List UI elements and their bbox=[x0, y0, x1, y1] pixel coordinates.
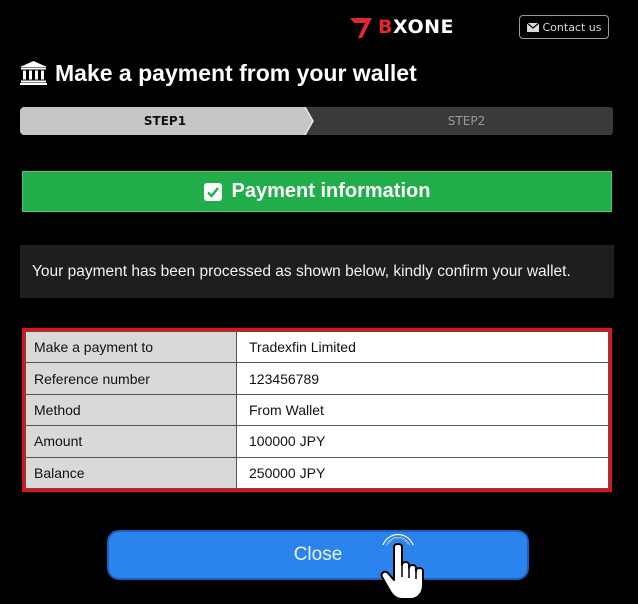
detail-label: Method bbox=[25, 393, 237, 427]
contact-us-label: Contact us bbox=[542, 20, 602, 34]
detail-value: 250000 JPY bbox=[236, 456, 609, 490]
payment-information-title: Payment information bbox=[231, 180, 431, 202]
logo-mark-icon bbox=[350, 18, 372, 38]
checkbox-checked-icon bbox=[203, 182, 222, 201]
table-row: Balance 250000 JPY bbox=[25, 456, 609, 490]
table-row: Method From Wallet bbox=[25, 393, 609, 427]
stepper: STEP1 STEP2 bbox=[20, 107, 613, 135]
table-row: Reference number 123456789 bbox=[25, 362, 609, 395]
payment-details-table: Make a payment to Tradexfin Limited Refe… bbox=[22, 328, 612, 492]
close-button-label: Close bbox=[293, 544, 343, 565]
table-row: Make a payment to Tradexfin Limited bbox=[25, 330, 609, 364]
step-2: STEP2 bbox=[447, 114, 486, 128]
mail-icon bbox=[526, 22, 539, 32]
page-title-row: Make a payment from your wallet bbox=[20, 58, 417, 88]
detail-value: 100000 JPY bbox=[236, 425, 609, 458]
detail-label: Reference number bbox=[25, 362, 237, 395]
payment-information-header: Payment information bbox=[22, 171, 612, 212]
bxone-logo[interactable]: BXONE bbox=[348, 14, 454, 40]
detail-value: Tradexfin Limited bbox=[236, 330, 609, 364]
logo-text: BXONE bbox=[378, 16, 454, 38]
detail-value: From Wallet bbox=[236, 393, 609, 427]
table-row: Amount 100000 JPY bbox=[25, 425, 609, 458]
pointer-hand-icon bbox=[380, 533, 424, 600]
confirmation-message-box: Your payment has been processed as shown… bbox=[20, 245, 614, 298]
contact-us-button[interactable]: Contact us bbox=[519, 15, 609, 39]
detail-label: Make a payment to bbox=[25, 330, 237, 364]
close-button[interactable]: Close bbox=[107, 530, 529, 580]
confirmation-message: Your payment has been processed as shown… bbox=[32, 262, 571, 280]
page-title: Make a payment from your wallet bbox=[55, 59, 417, 86]
detail-label: Balance bbox=[25, 456, 237, 490]
bank-icon bbox=[20, 61, 47, 85]
step-1: STEP1 bbox=[143, 114, 187, 128]
detail-value: 123456789 bbox=[236, 362, 609, 395]
payment-page: BXONE Contact us Make a payment from you… bbox=[0, 0, 638, 604]
detail-label: Amount bbox=[25, 425, 237, 458]
